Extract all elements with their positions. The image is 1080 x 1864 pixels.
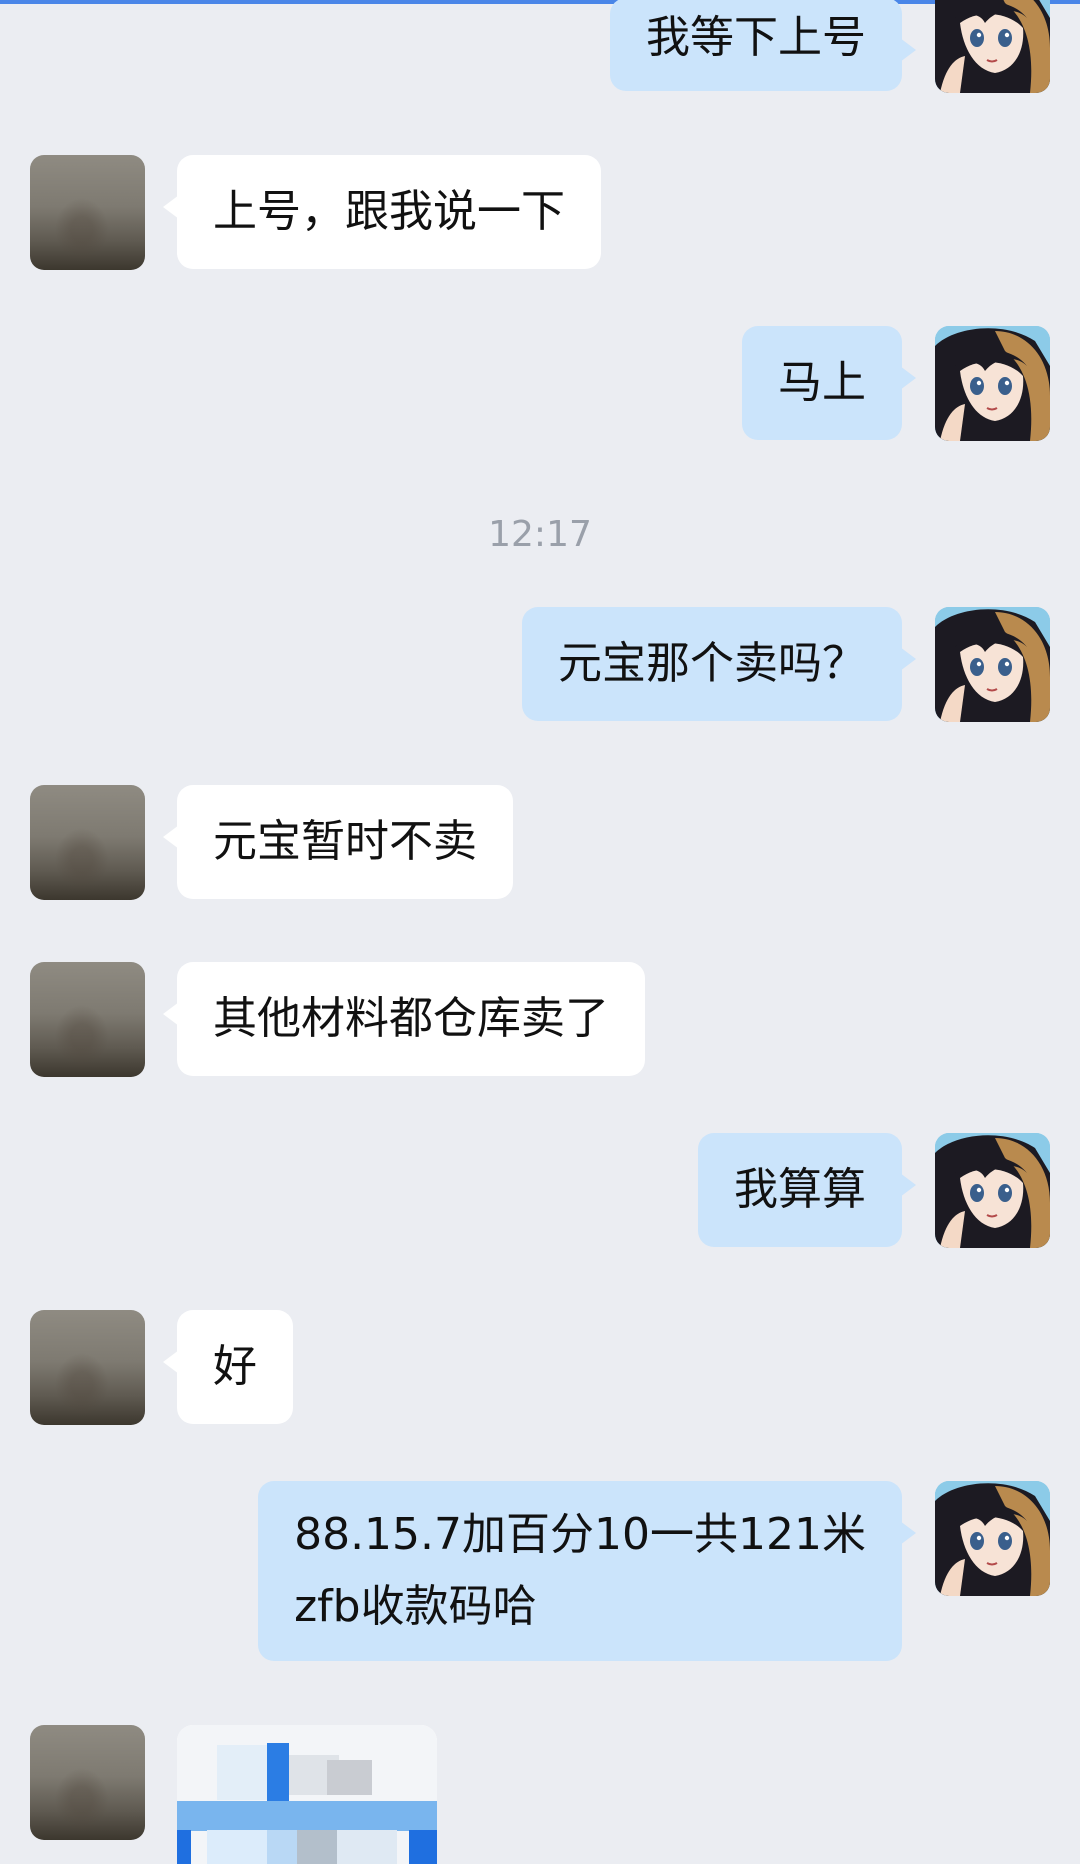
message-text: 上号，跟我说一下: [213, 186, 565, 237]
qr-blur-block: [409, 1830, 437, 1864]
message-bubble[interactable]: 我算算: [698, 1133, 916, 1247]
message-text: 马上: [778, 357, 866, 408]
my-avatar[interactable]: [935, 0, 1050, 93]
message-text: 元宝那个卖吗？: [558, 638, 866, 689]
qr-blur-block: [267, 1830, 297, 1864]
message-text: 好: [213, 1341, 257, 1392]
top-accent-bar: [0, 0, 1080, 4]
my-avatar[interactable]: [935, 1133, 1050, 1248]
my-avatar[interactable]: [935, 1481, 1050, 1596]
time-divider: 12:17: [488, 514, 592, 555]
qr-blur-block: [207, 1830, 267, 1864]
message-bubble[interactable]: 元宝暂时不卖: [163, 785, 513, 899]
qr-blur-block: [297, 1830, 337, 1864]
message-text: 元宝暂时不卖: [213, 816, 477, 867]
contact-avatar[interactable]: [30, 1725, 145, 1840]
message-bubble[interactable]: 其他材料都仓库卖了: [163, 962, 645, 1076]
contact-avatar[interactable]: [30, 785, 145, 900]
message-bubble[interactable]: 马上: [742, 326, 916, 440]
my-avatar[interactable]: [935, 607, 1050, 722]
message-bubble[interactable]: 元宝那个卖吗？: [522, 607, 916, 721]
message-text: 我等下上号: [646, 12, 866, 63]
my-avatar[interactable]: [935, 326, 1050, 441]
qr-blur-block: [177, 1830, 191, 1864]
qr-blur-block: [337, 1830, 397, 1864]
qr-blur-block: [177, 1801, 437, 1831]
message-bubble[interactable]: 我等下上号: [610, 0, 916, 91]
message-bubble[interactable]: 好: [163, 1310, 293, 1424]
message-text-line-1: 88.15.7加百分10一共121米: [294, 1509, 866, 1560]
image-message-qr-code[interactable]: [177, 1725, 437, 1864]
message-bubble[interactable]: 88.15.7加百分10一共121米 zfb收款码哈: [258, 1481, 916, 1661]
contact-avatar[interactable]: [30, 155, 145, 270]
message-text-line-2: zfb收款码哈: [294, 1581, 537, 1632]
qr-blur-block: [267, 1743, 289, 1803]
contact-avatar[interactable]: [30, 962, 145, 1077]
contact-avatar[interactable]: [30, 1310, 145, 1425]
message-text: 其他材料都仓库卖了: [213, 993, 609, 1044]
message-text: 我算算: [734, 1164, 866, 1215]
message-bubble[interactable]: 上号，跟我说一下: [163, 155, 601, 269]
qr-blur-block: [327, 1760, 372, 1795]
